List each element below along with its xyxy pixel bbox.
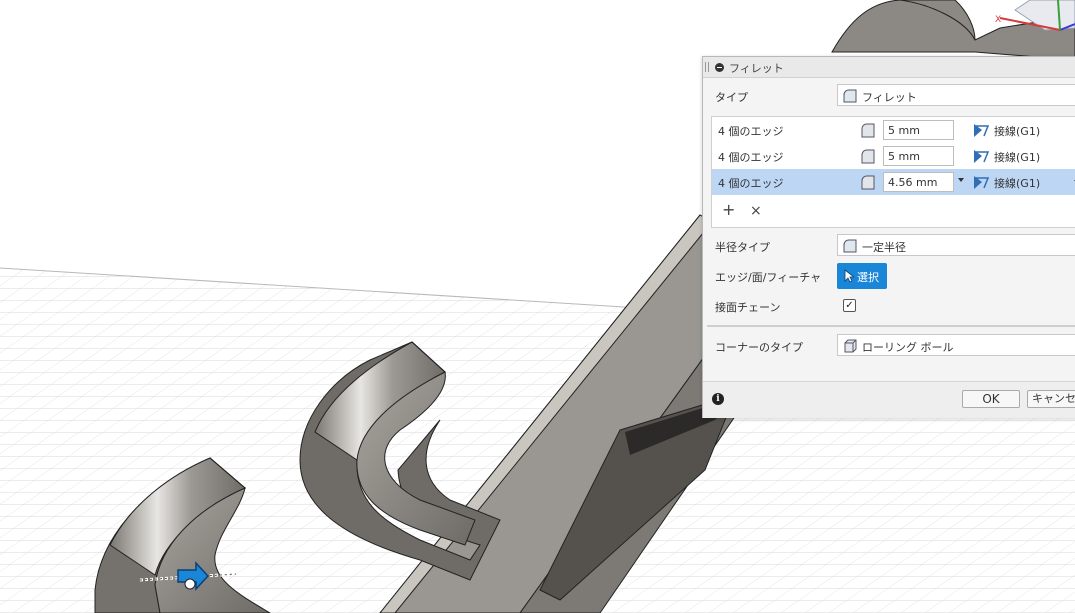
radius-dropdown-icon[interactable] (958, 178, 964, 182)
radius-type-label: 半径タイプ (715, 241, 770, 254)
select-button[interactable]: 選択 (837, 263, 887, 289)
radius-type-value: 一定半径 (862, 241, 906, 254)
rolling-ball-icon (844, 339, 857, 353)
fillet-type-icon (861, 149, 875, 164)
radius-input[interactable]: 4.56 mm (883, 172, 954, 192)
drag-handle-icon[interactable] (705, 62, 709, 72)
continuity-icon (974, 176, 990, 189)
fillet-dialog: フィレット タイプ フィレット 4 個のエッジ 5 mm 接線(G1) 4 個の… (702, 56, 1075, 418)
section-divider (707, 325, 1075, 327)
constant-radius-icon (843, 239, 857, 253)
ok-button[interactable]: OK (962, 390, 1020, 408)
info-icon[interactable]: i (712, 393, 724, 405)
type-value: フィレット (862, 91, 917, 104)
continuity-value[interactable]: 接線(G1) (994, 175, 1040, 191)
corner-type-select[interactable]: ローリング ボール (837, 334, 1075, 356)
viewcube[interactable]: X (995, 0, 1075, 31)
select-button-label: 選択 (857, 271, 879, 284)
collapse-icon[interactable] (715, 63, 724, 72)
remove-edge-set-button[interactable]: × (750, 203, 762, 219)
continuity-icon (974, 150, 990, 163)
edge-set-name: 4 個のエッジ (718, 177, 784, 190)
edge-set-name: 4 個のエッジ (718, 125, 784, 138)
fillet-icon (843, 89, 857, 103)
fillet-type-icon (861, 175, 875, 190)
continuity-icon (974, 124, 990, 137)
add-edge-set-button[interactable]: + (722, 202, 735, 218)
dialog-title: フィレット (729, 62, 784, 75)
dialog-titlebar[interactable]: フィレット (703, 57, 1075, 78)
type-select[interactable]: フィレット (837, 84, 1075, 106)
edge-set-name: 4 個のエッジ (718, 151, 784, 164)
radius-input[interactable]: 5 mm (883, 120, 954, 140)
tangent-chain-checkbox[interactable]: ✓ (843, 299, 856, 312)
edge-set-list: 4 個のエッジ 5 mm 接線(G1) 4 個のエッジ 5 mm 接線(G1) … (711, 116, 1075, 228)
radius-input[interactable]: 5 mm (883, 146, 954, 166)
viewcube-x-label: X (995, 15, 1001, 25)
dialog-footer: i OK キャンセル (703, 381, 1075, 418)
edge-set-row[interactable]: 4 個のエッジ 5 mm 接線(G1) (712, 117, 1075, 143)
edge-face-feature-label: エッジ/面/フィーチャ (715, 271, 822, 284)
tangent-chain-label: 接面チェーン (715, 301, 781, 314)
radius-type-select[interactable]: 一定半径 (837, 234, 1075, 256)
edge-set-row[interactable]: 4 個のエッジ 5 mm 接線(G1) (712, 143, 1075, 169)
corner-type-label: コーナーのタイプ (715, 341, 803, 354)
continuity-value[interactable]: 接線(G1) (994, 123, 1040, 139)
continuity-value[interactable]: 接線(G1) (994, 149, 1040, 165)
fillet-type-icon (861, 123, 875, 138)
cursor-arrow-icon (844, 269, 854, 283)
cancel-button[interactable]: キャンセル (1027, 390, 1075, 408)
corner-type-value: ローリング ボール (862, 341, 954, 354)
edge-set-row-selected[interactable]: 4 個のエッジ 4.56 mm 接線(G1) (712, 169, 1075, 195)
type-label: タイプ (715, 91, 748, 104)
